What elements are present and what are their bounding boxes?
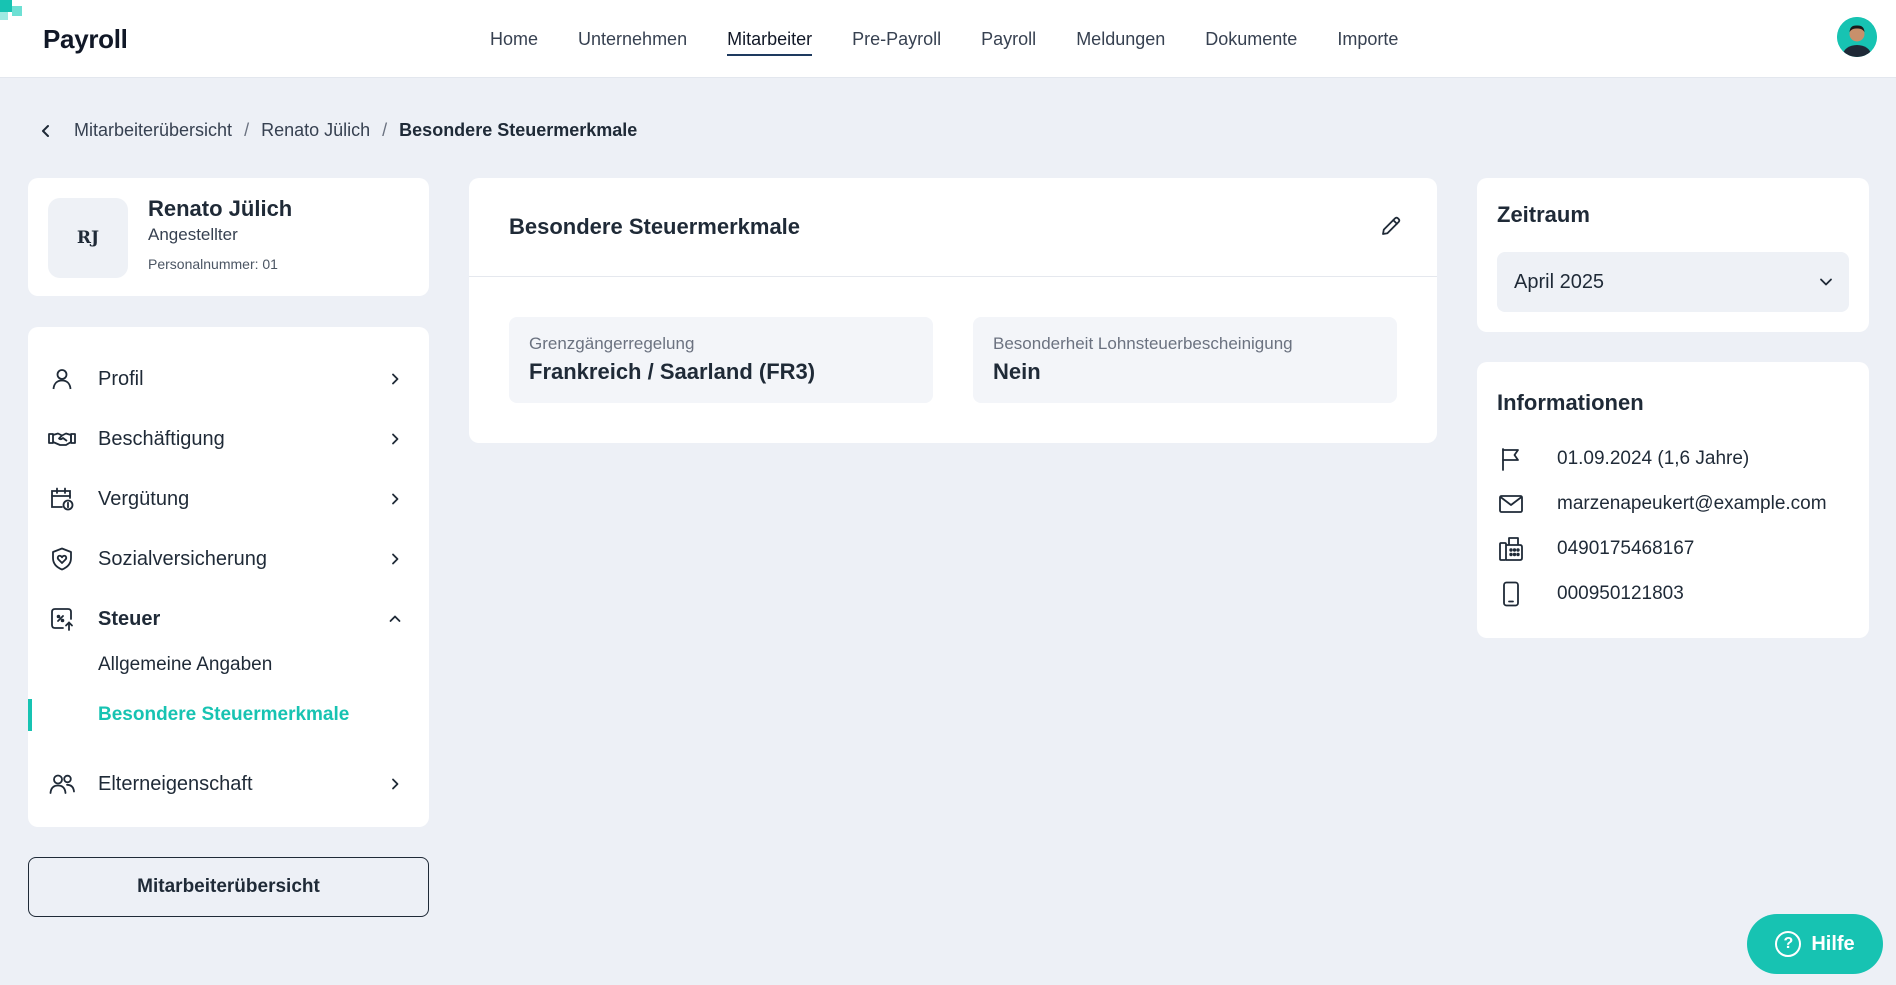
tax-icon bbox=[48, 605, 76, 633]
people-icon bbox=[48, 770, 76, 798]
info-text: 0490175468167 bbox=[1557, 538, 1695, 559]
sidebar-item-profil[interactable]: Profil bbox=[28, 357, 429, 401]
employee-profile-card: RJ Renato Jülich Angestellter Personalnu… bbox=[28, 178, 429, 296]
card-divider bbox=[469, 276, 1437, 277]
help-button[interactable]: ? Hilfe bbox=[1747, 914, 1883, 974]
special-tax-features-card: Besondere Steuermerkmale Grenzgängerrege… bbox=[469, 178, 1437, 443]
employee-initials-avatar: RJ bbox=[48, 198, 128, 278]
sidebar-item-sozialversicherung[interactable]: Sozialversicherung bbox=[28, 537, 429, 581]
sidebar-subitem-label: Besondere Steuermerkmale bbox=[98, 704, 350, 725]
sidebar-item-beschaeftigung[interactable]: Beschäftigung bbox=[28, 417, 429, 461]
user-avatar-icon bbox=[1837, 17, 1877, 57]
period-select[interactable]: April 2025 bbox=[1497, 252, 1849, 312]
nav-item-payroll[interactable]: Payroll bbox=[981, 0, 1036, 78]
sidebar-item-label: Beschäftigung bbox=[98, 427, 225, 450]
sidebar-item-label: Steuer bbox=[98, 607, 161, 630]
section-title: Besondere Steuermerkmale bbox=[509, 214, 801, 239]
main-nav: Home Unternehmen Mitarbeiter Pre-Payroll… bbox=[490, 0, 1398, 78]
info-row-fax: 0490175468167 bbox=[1497, 534, 1857, 564]
brand-logo[interactable]: Payroll bbox=[43, 24, 128, 55]
user-icon bbox=[48, 365, 76, 393]
mail-icon bbox=[1497, 490, 1525, 518]
breadcrumb-separator: / bbox=[244, 120, 250, 140]
user-avatar[interactable] bbox=[1837, 17, 1877, 57]
mobile-icon bbox=[1497, 580, 1525, 608]
handshake-icon bbox=[48, 425, 76, 453]
nav-item-dokumente[interactable]: Dokumente bbox=[1205, 0, 1297, 78]
information-title: Informationen bbox=[1497, 390, 1644, 415]
nav-item-home[interactable]: Home bbox=[490, 0, 538, 78]
top-navigation-bar: Payroll Home Unternehmen Mitarbeiter Pre… bbox=[0, 0, 1896, 78]
chevron-up-icon bbox=[386, 610, 404, 628]
chevron-right-icon bbox=[386, 370, 404, 388]
sidebar-item-label: Sozialversicherung bbox=[98, 547, 267, 570]
breadcrumb-item-overview[interactable]: Mitarbeiterübersicht bbox=[74, 120, 232, 141]
nav-item-pre-payroll[interactable]: Pre-Payroll bbox=[852, 0, 941, 78]
chevron-down-icon bbox=[1820, 278, 1832, 286]
breadcrumb-item-current: Besondere Steuermerkmale bbox=[399, 120, 638, 140]
question-circle-icon: ? bbox=[1775, 931, 1802, 957]
sidebar-subitem-besondere-steuermerkmale[interactable]: Besondere Steuermerkmale bbox=[28, 695, 429, 735]
nav-item-meldungen[interactable]: Meldungen bbox=[1076, 0, 1165, 78]
field-grenzgaengerregelung: Grenzgängerregelung Frankreich / Saarlan… bbox=[509, 317, 933, 403]
sidebar-item-label: Elterneigenschaft bbox=[98, 772, 253, 795]
employee-personnel-number: Personalnummer: 01 bbox=[148, 256, 278, 272]
flag-icon bbox=[1497, 445, 1525, 473]
info-text: 01.09.2024 (1,6 Jahre) bbox=[1557, 448, 1750, 469]
fax-icon bbox=[1497, 535, 1525, 563]
period-title: Zeitraum bbox=[1497, 202, 1590, 227]
employee-sidebar-menu: Profil Beschäftigung Vergütung Sozialver… bbox=[28, 327, 429, 827]
sidebar-item-label: Profil bbox=[98, 367, 144, 390]
chevron-right-icon bbox=[386, 490, 404, 508]
sidebar-item-elterneigenschaft[interactable]: Elterneigenschaft bbox=[28, 762, 429, 806]
breadcrumb-separator: / bbox=[382, 120, 388, 140]
sidebar-subitem-label: Allgemeine Angaben bbox=[98, 654, 273, 675]
nav-item-mitarbeiter[interactable]: Mitarbeiter bbox=[727, 0, 813, 78]
employee-name: Renato Jülich bbox=[148, 196, 293, 221]
field-label: Besonderheit Lohnsteuerbescheinigung bbox=[993, 334, 1293, 353]
chevron-right-icon bbox=[386, 775, 404, 793]
pencil-icon bbox=[1382, 216, 1401, 235]
field-value: Nein bbox=[993, 359, 1041, 384]
breadcrumb-item-employee[interactable]: Renato Jülich bbox=[261, 120, 370, 141]
sidebar-subitem-allgemeine-angaben[interactable]: Allgemeine Angaben bbox=[28, 645, 429, 685]
back-chevron-icon[interactable] bbox=[38, 122, 56, 140]
breadcrumb: Mitarbeiterübersicht / Renato Jülich / B… bbox=[38, 120, 637, 141]
info-row-email: marzenapeukert@example.com bbox=[1497, 489, 1857, 519]
info-row-entry-date: 01.09.2024 (1,6 Jahre) bbox=[1497, 444, 1857, 474]
corner-decoration-icon bbox=[0, 0, 22, 20]
shield-heart-icon bbox=[48, 545, 76, 573]
edit-button[interactable] bbox=[1377, 212, 1405, 240]
employee-role: Angestellter bbox=[148, 225, 238, 244]
nav-item-importe[interactable]: Importe bbox=[1337, 0, 1398, 78]
information-card: Informationen 01.09.2024 (1,6 Jahre) mar… bbox=[1477, 362, 1869, 638]
chevron-right-icon bbox=[386, 550, 404, 568]
field-label: Grenzgängerregelung bbox=[529, 334, 695, 353]
period-card: Zeitraum April 2025 bbox=[1477, 178, 1869, 332]
sidebar-item-label: Vergütung bbox=[98, 487, 190, 510]
field-value: Frankreich / Saarland (FR3) bbox=[529, 359, 816, 384]
sidebar-item-steuer[interactable]: Steuer bbox=[28, 597, 429, 641]
info-text[interactable]: marzenapeukert@example.com bbox=[1557, 493, 1827, 515]
period-selected-value: April 2025 bbox=[1514, 271, 1605, 293]
calendar-money-icon bbox=[48, 485, 76, 513]
chevron-right-icon bbox=[386, 430, 404, 448]
employee-overview-button[interactable]: Mitarbeiterübersicht bbox=[28, 857, 429, 917]
info-text: 000950121803 bbox=[1557, 583, 1684, 604]
field-besonderheit-lohnsteuerbescheinigung: Besonderheit Lohnsteuerbescheinigung Nei… bbox=[973, 317, 1397, 403]
info-row-mobile: 000950121803 bbox=[1497, 579, 1857, 609]
help-button-label: Hilfe bbox=[1811, 932, 1855, 955]
nav-item-unternehmen[interactable]: Unternehmen bbox=[578, 0, 687, 78]
sidebar-item-verguetung[interactable]: Vergütung bbox=[28, 477, 429, 521]
